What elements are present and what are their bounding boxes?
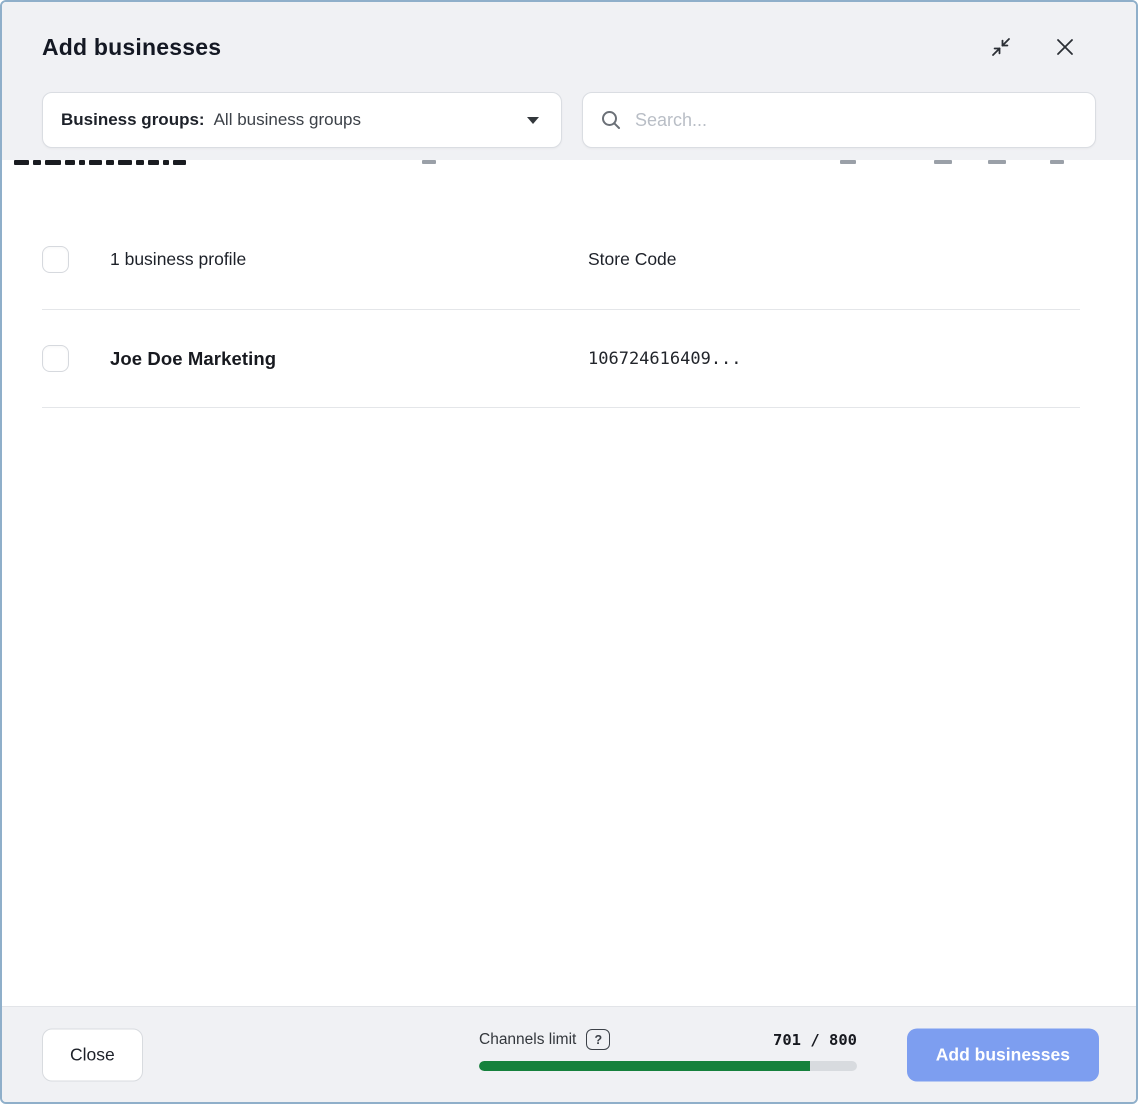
- channels-limit-count: 701 / 800: [773, 1031, 857, 1049]
- business-groups-label: Business groups:: [61, 110, 205, 130]
- business-groups-select[interactable]: Business groups: All business groups: [42, 92, 562, 148]
- business-groups-value: All business groups: [214, 110, 361, 130]
- close-icon[interactable]: [1052, 34, 1078, 60]
- table-header-row: 1 business profile Store Code: [2, 168, 1136, 309]
- search-icon: [599, 108, 623, 132]
- channels-limit-block: Channels limit ? 701 / 800: [479, 1029, 857, 1071]
- add-businesses-dialog: Add businesses Business groups: Al: [0, 0, 1138, 1104]
- search-box[interactable]: [582, 92, 1096, 148]
- collapse-icon[interactable]: [988, 34, 1014, 60]
- row-checkbox[interactable]: [42, 345, 69, 372]
- select-all-checkbox[interactable]: [42, 246, 69, 273]
- dialog-header: Add businesses Business groups: Al: [2, 2, 1136, 160]
- chevron-down-icon: [527, 117, 539, 124]
- business-list: 1 business profile Store Code Joe Doe Ma…: [2, 160, 1136, 1006]
- table-row[interactable]: Joe Doe Marketing 106724616409...: [2, 310, 1136, 407]
- add-businesses-button[interactable]: Add businesses: [907, 1028, 1099, 1081]
- divider: [42, 407, 1080, 408]
- channels-progress-fill: [479, 1061, 810, 1071]
- store-code-column-header: Store Code: [588, 249, 677, 269]
- profiles-count-label: 1 business profile: [110, 249, 246, 269]
- dialog-footer: Close Channels limit ? 701 / 800 Add bus…: [2, 1006, 1136, 1102]
- channels-limit-label: Channels limit: [479, 1031, 576, 1049]
- clipped-scrolled-row: [2, 160, 1136, 168]
- channels-progress-track: [479, 1061, 857, 1071]
- store-code-value: 106724616409...: [588, 349, 742, 369]
- help-icon[interactable]: ?: [586, 1029, 610, 1050]
- dialog-title: Add businesses: [42, 34, 221, 61]
- close-button[interactable]: Close: [42, 1028, 143, 1081]
- search-input[interactable]: [635, 110, 1079, 131]
- business-name: Joe Doe Marketing: [110, 348, 276, 369]
